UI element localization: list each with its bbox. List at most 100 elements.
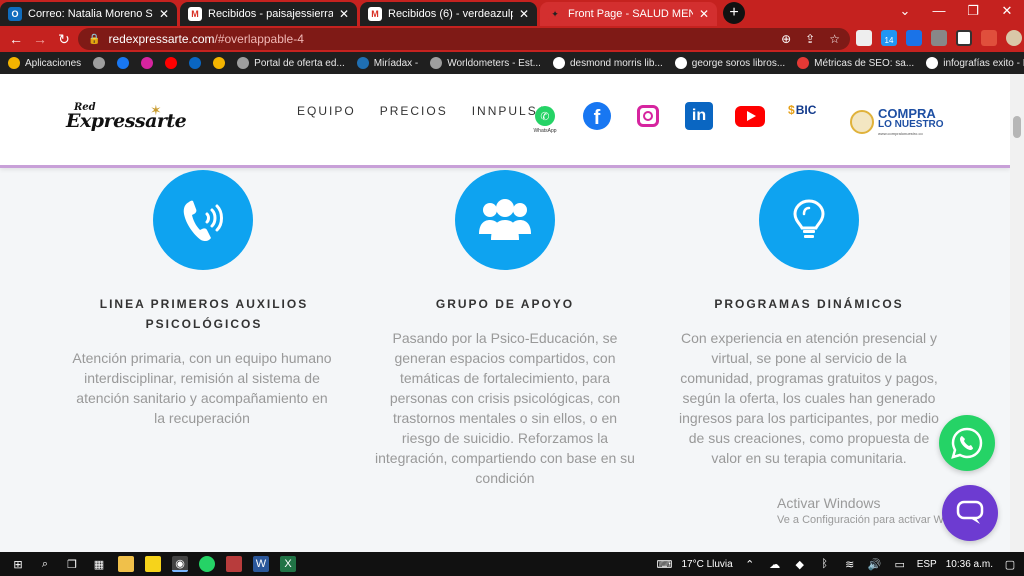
tab-search-icon[interactable]: ⌄ [888, 0, 922, 24]
bookmark-item[interactable]: Métricas de SEO: sa... [797, 57, 914, 69]
keyboard-icon[interactable]: ⌨ [656, 556, 673, 572]
chat-float-button[interactable] [942, 485, 998, 541]
puzzle-icon[interactable] [931, 30, 947, 46]
bookmark-item[interactable] [189, 57, 202, 69]
search-icon[interactable]: ⌕ [37, 556, 53, 572]
close-icon[interactable]: ✕ [699, 7, 709, 21]
notification-icon[interactable]: ▢ [1002, 556, 1018, 572]
bookmark-label: desmond morris lib... [569, 57, 663, 69]
linkedin-link[interactable]: in [685, 96, 713, 136]
nav-equipo[interactable]: EQUIPO [297, 104, 356, 118]
minimize-button[interactable]: — [922, 0, 956, 24]
tab-gmail-1[interactable]: M Recibidos - paisajessierraaltaph@ ✕ [180, 2, 357, 26]
bookmark-item[interactable] [141, 57, 154, 69]
compra-seal-icon [850, 110, 874, 134]
cloud-icon[interactable]: ☁ [767, 556, 783, 572]
bookmark-label: Métricas de SEO: sa... [814, 57, 915, 69]
address-bar[interactable]: 🔒 redexpressarte.com/#overlappable-4 ⊕ ⇪… [78, 28, 850, 50]
weather-status[interactable]: 17°C Lluvia [681, 559, 732, 570]
activate-windows-title: Activar Windows [777, 495, 881, 511]
site-logo[interactable]: Red Expressarte ✶ [66, 102, 187, 142]
tab-gmail-2[interactable]: M Recibidos (6) - verdeazulph@gm ✕ [360, 2, 537, 26]
whatsapp-float-button[interactable] [939, 415, 995, 471]
excel-icon[interactable]: X [280, 556, 296, 572]
bookmark-item[interactable] [213, 57, 226, 69]
youtube-link[interactable] [735, 96, 765, 136]
bookmark-label: Worldometers - Est... [447, 57, 541, 69]
toolbar: ← → ↻ 🔒 redexpressarte.com/#overlappable… [0, 26, 1024, 52]
bookmark-item[interactable]: Aplicaciones [8, 57, 81, 69]
tab-front-page[interactable]: ✦ Front Page - SALUD MENTAL ✕ [540, 2, 717, 26]
bookmark-item[interactable] [165, 57, 178, 69]
url-path: /#overlappable-4 [214, 32, 304, 46]
instagram-link[interactable] [637, 96, 659, 136]
facebook-link[interactable]: f [583, 96, 611, 136]
bookmark-item[interactable]: george soros libros... [674, 57, 785, 69]
lock-icon[interactable]: 🔒 [88, 34, 100, 45]
compra-line3: www.compralonuestro.co [878, 131, 923, 136]
bookmark-item[interactable]: Portal de oferta ed... [237, 57, 345, 69]
avatar[interactable] [1006, 30, 1022, 46]
volume-icon[interactable]: 🔊 [867, 556, 883, 572]
app-icon[interactable] [226, 556, 242, 572]
bookmark-icon [141, 57, 154, 69]
web-page: Red Expressarte ✶ EQUIPO PRECIOS INNPULS… [0, 74, 1010, 552]
close-icon[interactable]: ✕ [159, 7, 169, 21]
bookmark-item[interactable]: Miríadax - [356, 57, 418, 69]
reload-icon[interactable]: ↻ [52, 31, 76, 48]
chevron-up-icon[interactable]: ⌃ [742, 556, 758, 572]
share-icon[interactable]: ⇪ [805, 32, 815, 46]
bookmark-icon [117, 57, 130, 69]
word-icon[interactable]: W [253, 556, 269, 572]
bookmark-item[interactable]: desmond morris lib... [552, 57, 663, 69]
feature-text-linea: Atención primaria, con un equipo humano … [72, 350, 332, 426]
sidepanel-icon[interactable] [956, 30, 972, 46]
lightbulb-icon [759, 170, 859, 270]
feature-title-programas: PROGRAMAS DINÁMICOS [714, 297, 904, 311]
bic-prefix: $ [788, 103, 795, 117]
scrollbar-thumb[interactable] [1013, 116, 1021, 138]
file-explorer-icon[interactable] [118, 556, 134, 572]
widgets-icon[interactable]: ▦ [91, 556, 107, 572]
extension-badge-icon[interactable]: 14 [881, 30, 897, 46]
dropbox-icon[interactable]: ◆ [792, 556, 808, 572]
language-indicator[interactable]: ESP [917, 559, 937, 570]
close-icon[interactable]: ✕ [519, 7, 529, 21]
bookmark-item[interactable]: infografías exito - B... [926, 57, 1024, 69]
task-view-icon[interactable]: ❐ [64, 556, 80, 572]
page-scrollbar[interactable] [1010, 74, 1024, 552]
bic-link[interactable]: $ BIC [788, 100, 816, 120]
sticky-notes-icon[interactable] [145, 556, 161, 572]
translate-icon[interactable] [906, 30, 922, 46]
extension-icon[interactable] [856, 30, 872, 46]
feature-title-linea: LINEA PRIMEROS AUXILIOS PSICOLÓGICOS [99, 297, 309, 331]
close-window-button[interactable]: ✕ [990, 0, 1024, 24]
extension-icon[interactable] [981, 30, 997, 46]
instagram-icon [637, 105, 659, 127]
new-tab-button[interactable]: + [723, 2, 745, 24]
forward-arrow-icon[interactable]: → [28, 31, 52, 47]
bookmark-item[interactable] [117, 57, 130, 69]
nav-precios[interactable]: PRECIOS [380, 104, 448, 118]
compra-lo-nuestro-link[interactable]: COMPRA LO NUESTRO www.compralonuestro.co [850, 104, 946, 136]
bookmark-item[interactable]: Worldometers - Est... [430, 57, 541, 69]
windows-start-icon[interactable]: ⊞ [10, 556, 26, 572]
battery-icon[interactable]: ▭ [892, 556, 908, 572]
bookmark-item[interactable] [93, 57, 106, 69]
bookmark-icon [8, 57, 20, 69]
bluetooth-icon[interactable]: ᛒ [817, 556, 833, 572]
chrome-icon[interactable]: ◉ [172, 556, 188, 572]
whatsapp-app-icon[interactable] [199, 556, 215, 572]
bookmark-label: Aplicaciones [25, 57, 82, 69]
omnibox-actions: ⊕ ⇪ ☆ [781, 32, 840, 46]
wifi-icon[interactable]: ≋ [842, 556, 858, 572]
tab-outlook[interactable]: O Correo: Natalia Moreno Sierra - C ✕ [0, 2, 177, 26]
star-icon[interactable]: ☆ [829, 32, 840, 46]
main-nav: EQUIPO PRECIOS INNPULSA [297, 104, 548, 118]
clock[interactable]: 10:36 a.m. [946, 559, 993, 570]
back-arrow-icon[interactable]: ← [4, 31, 28, 47]
zoom-icon[interactable]: ⊕ [781, 32, 791, 46]
whatsapp-link[interactable]: ✆ WhatsApp [532, 96, 558, 136]
restore-button[interactable]: ❐ [956, 0, 990, 24]
close-icon[interactable]: ✕ [339, 7, 349, 21]
